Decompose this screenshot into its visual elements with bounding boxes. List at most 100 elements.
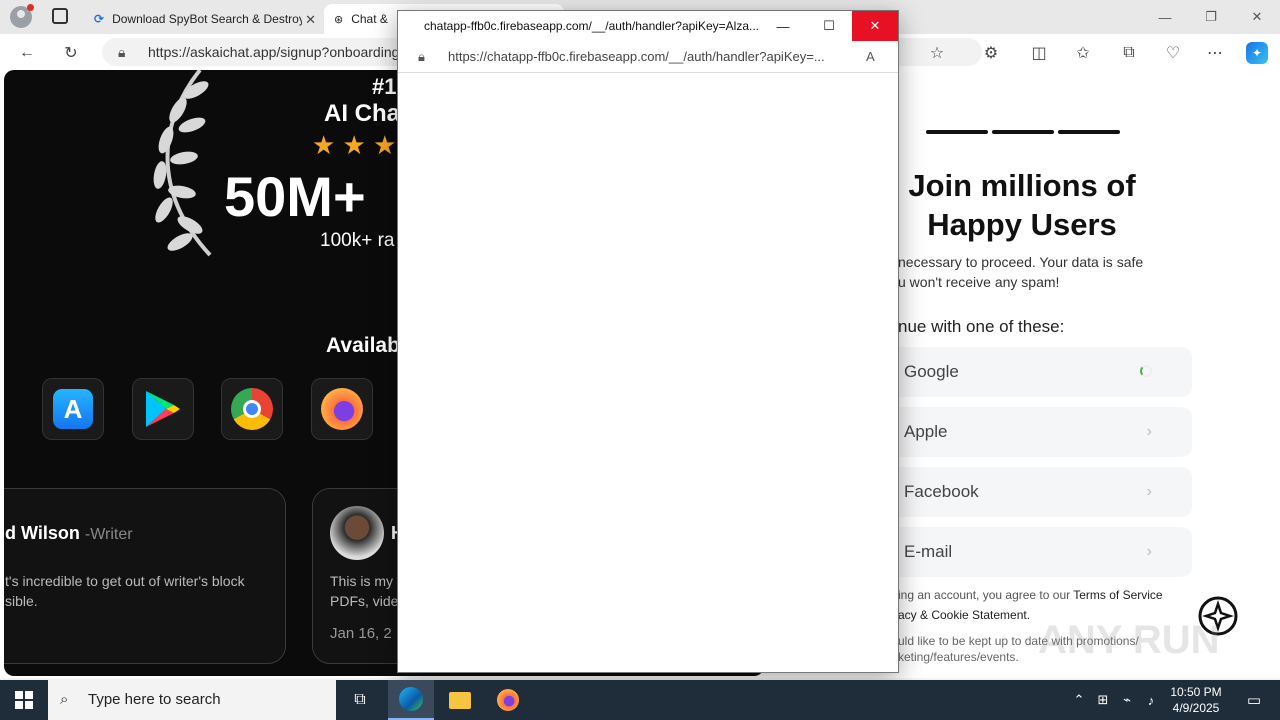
loading-spinner-icon: [1140, 365, 1152, 377]
avatar: [330, 506, 384, 560]
taskbar-search-input[interactable]: ⌕ Type here to search: [48, 680, 336, 720]
review-text-line2: PDFs, vide: [330, 593, 399, 609]
users-count: 50M+: [224, 165, 366, 228]
notification-icon[interactable]: ▭: [1234, 680, 1274, 720]
tab-actions-icon[interactable]: [52, 8, 68, 24]
chevron-right-icon: ›: [1146, 543, 1152, 560]
volume-icon[interactable]: ♪: [1140, 680, 1162, 720]
edge-taskbar-button[interactable]: [388, 680, 434, 720]
info-line1: necessary to proceed. Your data is safe: [898, 254, 1144, 270]
terms-line2[interactable]: acy & Cookie Statement.: [898, 608, 1030, 622]
favorite-star-icon[interactable]: ☆: [926, 42, 948, 64]
browser-essentials-icon[interactable]: ♡: [1162, 42, 1184, 64]
review-text-line2: sible.: [5, 593, 38, 609]
terms-link[interactable]: Terms of Service: [1073, 588, 1162, 602]
google-signin-button[interactable]: Google: [888, 347, 1192, 397]
tray-chevron-icon[interactable]: ⌃: [1068, 680, 1090, 720]
review-card: d Wilson -Writer t's incredible to get o…: [4, 488, 286, 664]
provider-label: Apple: [904, 422, 948, 441]
review-text-line1: t's incredible to get out of writer's bl…: [5, 573, 245, 589]
chevron-right-icon: ›: [1146, 423, 1152, 440]
firefox-icon: [321, 388, 363, 430]
signup-heading: Join millions of Happy Users: [908, 168, 1136, 242]
clock-time: 10:50 PM: [1170, 685, 1222, 699]
provider-label: Facebook: [904, 482, 979, 501]
task-view-icon[interactable]: ⧉: [340, 680, 380, 720]
info-line2: u won't receive any spam!: [898, 274, 1060, 290]
firefox-icon: [497, 689, 519, 711]
chrome-icon: [231, 388, 273, 430]
app-store-icon: A: [53, 389, 93, 429]
close-tab-icon[interactable]: ✕: [305, 12, 316, 28]
favorites-icon[interactable]: ✩: [1072, 42, 1094, 64]
google-play-button[interactable]: [132, 378, 194, 440]
chrome-button[interactable]: [221, 378, 283, 440]
laurel-icon: [153, 70, 212, 257]
windows-icon: [15, 691, 33, 709]
copilot-icon[interactable]: ✦: [1246, 42, 1268, 64]
restore-button[interactable]: ❐: [1188, 4, 1234, 30]
more-menu-icon[interactable]: ⋯: [1204, 42, 1226, 64]
search-icon: ⌕: [60, 691, 69, 708]
lock-icon: 🔒︎: [118, 44, 126, 60]
progress-step: [992, 130, 1054, 134]
continue-label: nue with one of these:: [898, 317, 1065, 336]
tab-spybot[interactable]: ⟳ Download SpyBot Search & Destroy ✕: [84, 4, 324, 34]
promo-line2: keting/features/events.: [898, 650, 1019, 664]
app-store-button[interactable]: A: [42, 378, 104, 440]
review-text-line1: This is my: [330, 573, 393, 589]
chevron-right-icon: ›: [1146, 483, 1152, 500]
edge-icon: [399, 687, 423, 711]
hero-heading: AI Cha: [324, 100, 401, 127]
popup-url-text: https://chatapp-ffb0c.firebaseapp.com/__…: [448, 49, 825, 64]
firefox-taskbar-button[interactable]: [486, 680, 530, 720]
folder-icon: [449, 691, 471, 709]
rating-stars: ★ ★ ★: [312, 130, 397, 160]
reviewer-name: d Wilson -Writer: [5, 523, 133, 543]
watermark: ANY RUN: [1038, 618, 1220, 662]
apple-signin-button[interactable]: Apple ›: [888, 407, 1192, 457]
read-aloud-icon[interactable]: A: [866, 41, 875, 72]
close-window-button[interactable]: ✕: [1234, 4, 1280, 30]
profile-icon[interactable]: [10, 4, 34, 28]
terms-line1: ing an account, you agree to our Terms o…: [898, 588, 1163, 602]
collections-icon[interactable]: ⧉: [1118, 42, 1140, 64]
signup-panel: Join millions of Happy Users necessary t…: [888, 70, 1280, 678]
url-text: https://askaichat.app/signup?onboarding: [148, 44, 400, 60]
tab-label: Download SpyBot Search & Destroy: [112, 12, 303, 26]
start-button[interactable]: [0, 680, 48, 720]
popup-url-field[interactable]: 🔒︎ https://chatapp-ffb0c.firebaseapp.com…: [398, 41, 898, 73]
split-screen-icon[interactable]: ◫: [1028, 42, 1050, 64]
minimize-button[interactable]: —: [1142, 4, 1188, 30]
popup-maximize-button[interactable]: ☐: [806, 11, 852, 41]
firefox-button[interactable]: [311, 378, 373, 440]
search-placeholder: Type here to search: [88, 691, 221, 708]
loading-icon: ⟳: [94, 12, 105, 26]
review-date: Jan 16, 2: [330, 625, 392, 642]
popup-title: chatapp-ffb0c.firebaseapp.com/__/auth/ha…: [424, 19, 760, 33]
taskbar: ⌕ Type here to search ⧉ ⌃ ⊞ ⌁ ♪ 10:50 PM…: [0, 680, 1280, 720]
provider-label: Google: [904, 362, 959, 381]
rank-text: #1: [372, 74, 397, 99]
facebook-signin-button[interactable]: Facebook ›: [888, 467, 1192, 517]
refresh-icon[interactable]: ↻: [60, 42, 82, 64]
chat-favicon-icon: ⊛: [334, 13, 344, 26]
wifi-icon[interactable]: ⌁: [1116, 680, 1138, 720]
ratings-text: 100k+ ra: [320, 230, 395, 251]
progress-step: [926, 130, 988, 134]
available-text: Availab: [326, 334, 400, 357]
auth-popup-window: chatapp-ffb0c.firebaseapp.com/__/auth/ha…: [397, 10, 899, 673]
clock[interactable]: 10:50 PM 4/9/2025: [1164, 680, 1228, 720]
file-explorer-button[interactable]: [438, 680, 482, 720]
email-signin-button[interactable]: E-mail ›: [888, 527, 1192, 577]
provider-label: E-mail: [904, 542, 953, 561]
popup-close-button[interactable]: ✕: [852, 11, 898, 41]
popup-minimize-button[interactable]: —: [760, 11, 806, 41]
network-icon[interactable]: ⊞: [1092, 680, 1114, 720]
clock-date: 4/9/2025: [1172, 701, 1220, 715]
extensions-icon[interactable]: ⚙: [980, 42, 1002, 64]
lock-icon: 🔒︎: [418, 49, 425, 64]
progress-step: [1058, 130, 1120, 134]
tab-label: Chat &: [351, 12, 388, 26]
back-icon[interactable]: ←: [16, 42, 38, 64]
